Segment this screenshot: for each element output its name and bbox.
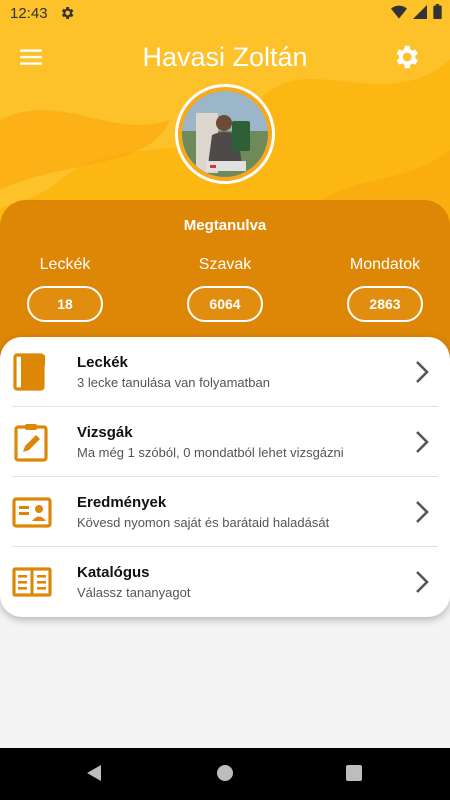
gear-icon <box>61 7 74 19</box>
stat-value: 18 <box>27 286 103 322</box>
recents-icon[interactable] <box>346 765 362 781</box>
stat-sentences: Mondatok 2863 <box>330 256 440 322</box>
stat-label: Mondatok <box>349 256 421 273</box>
stat-lessons: Leckék 18 <box>10 256 120 322</box>
menu-item-results[interactable]: Eredmények Kövesd nyomon saját és baráta… <box>0 477 450 547</box>
signal-icon <box>413 4 427 19</box>
chevron-right-icon <box>416 431 429 453</box>
chevron-right-icon <box>416 501 429 523</box>
menu-item-catalog[interactable]: Katalógus Válassz tananyagot <box>0 547 450 617</box>
wifi-icon <box>391 5 407 19</box>
chevron-right-icon <box>416 361 429 383</box>
system-nav-bar <box>0 748 450 800</box>
menu-item-subtitle: Kövesd nyomon saját és barátaid haladásá… <box>77 515 330 530</box>
menu-item-exams[interactable]: Vizsgák Ma még 1 szóból, 0 mondatból leh… <box>0 407 450 477</box>
menu-item-subtitle: Válassz tananyagot <box>77 585 191 600</box>
book-icon <box>13 353 45 391</box>
clipboard-edit-icon <box>14 424 48 462</box>
settings-icon[interactable] <box>391 42 421 72</box>
menu-item-title: Vizsgák <box>77 424 133 441</box>
menu-item-subtitle: Ma még 1 szóból, 0 mondatból lehet vizsg… <box>77 445 344 460</box>
back-icon[interactable] <box>85 764 103 782</box>
menu-item-title: Eredmények <box>77 494 167 511</box>
stat-words: Szavak 6064 <box>170 256 280 322</box>
app-bar: Havasi Zoltán <box>0 34 450 80</box>
status-time: 12:43 <box>10 5 48 22</box>
status-icons <box>391 4 442 19</box>
menu-item-title: Leckék <box>77 354 128 371</box>
stat-label: Szavak <box>198 256 252 273</box>
open-book-icon <box>12 567 52 597</box>
stats-title: Megtanulva <box>183 217 267 234</box>
avatar-photo <box>182 91 268 177</box>
id-card-icon <box>12 497 52 528</box>
menu-card: Leckék 3 lecke tanulása van folyamatban … <box>0 337 450 617</box>
menu-item-subtitle: 3 lecke tanulása van folyamatban <box>77 375 270 390</box>
page-title: Havasi Zoltán <box>142 42 308 72</box>
menu-item-lessons[interactable]: Leckék 3 lecke tanulása van folyamatban <box>0 337 450 407</box>
stat-value: 6064 <box>187 286 263 322</box>
avatar[interactable] <box>175 84 275 184</box>
chevron-right-icon <box>416 571 429 593</box>
stat-label: Leckék <box>39 256 91 273</box>
stat-value: 2863 <box>347 286 423 322</box>
battery-icon <box>433 4 442 19</box>
menu-item-title: Katalógus <box>77 564 150 581</box>
home-icon[interactable] <box>217 765 233 781</box>
status-bar: 12:43 <box>0 0 450 26</box>
